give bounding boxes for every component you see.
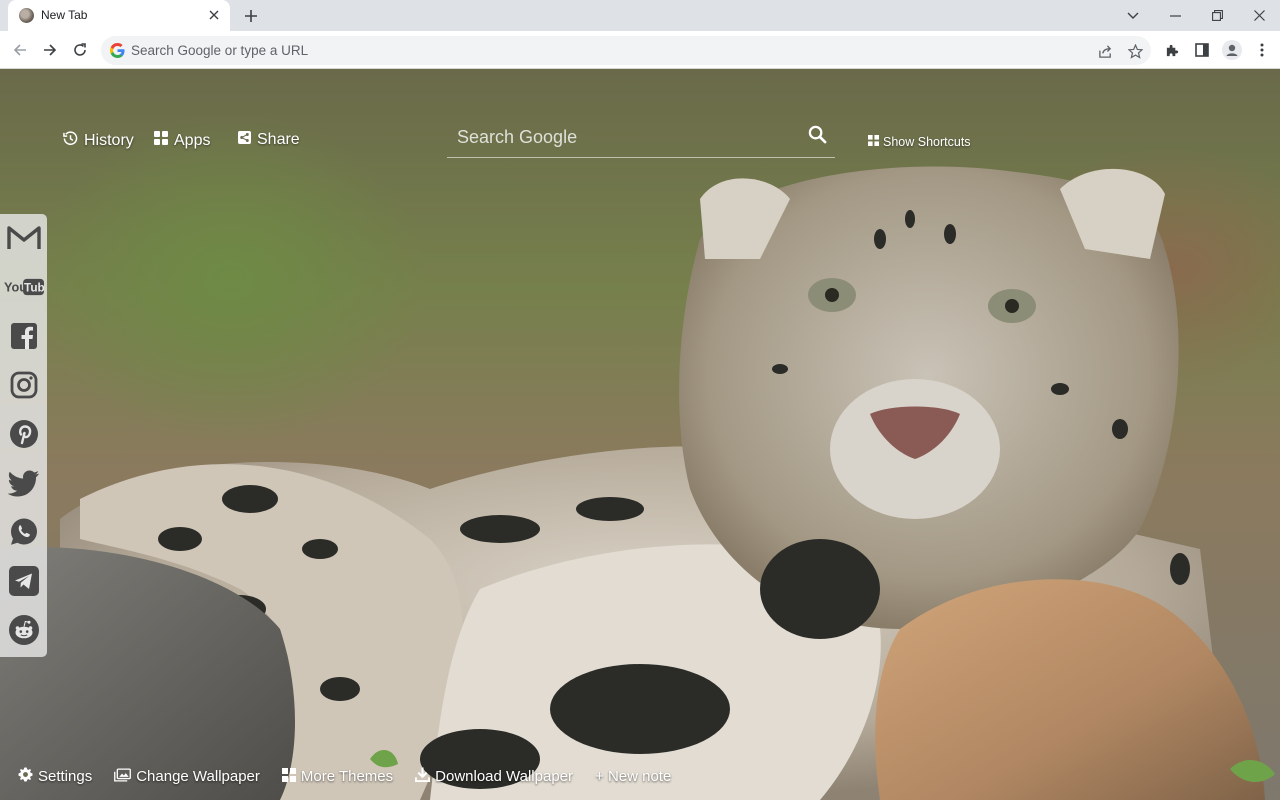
show-shortcuts-toggle[interactable]: Show Shortcuts (868, 135, 971, 149)
social-sidebar: You Tube (0, 214, 47, 657)
change-wallpaper-label: Change Wallpaper (136, 768, 260, 785)
share-page-icon[interactable] (1096, 42, 1114, 60)
back-arrow-icon[interactable] (6, 36, 34, 64)
restore-button[interactable] (1196, 0, 1238, 31)
new-note-button[interactable]: + New note (595, 767, 671, 786)
new-note-label: + New note (595, 768, 672, 785)
tab-new-tab[interactable]: New Tab (8, 0, 230, 31)
browser-toolbar: Search Google or type a URL (0, 31, 1280, 69)
leopard-favicon-icon (19, 8, 34, 23)
whatsapp-icon[interactable] (4, 512, 44, 552)
history-icon (63, 131, 78, 151)
shortcuts-grid-icon (868, 135, 879, 149)
search-box (447, 119, 835, 158)
history-label: History (84, 132, 134, 149)
facebook-icon[interactable] (4, 316, 44, 356)
gmail-icon[interactable] (4, 218, 44, 258)
download-icon (415, 767, 431, 786)
themes-grid-icon (281, 767, 296, 786)
bookmark-star-icon[interactable] (1126, 42, 1144, 60)
reload-icon[interactable] (66, 36, 94, 64)
pinterest-icon[interactable] (4, 414, 44, 454)
twitter-icon[interactable] (4, 463, 44, 503)
close-tab-icon[interactable] (206, 7, 222, 23)
profile-avatar-icon[interactable] (1222, 40, 1242, 60)
settings-label: Settings (38, 768, 93, 785)
tab-strip: New Tab (0, 0, 1280, 31)
history-link[interactable]: History (63, 131, 134, 151)
forward-arrow-icon[interactable] (36, 36, 64, 64)
side-panel-icon[interactable] (1192, 40, 1212, 60)
settings-button[interactable]: Settings (18, 767, 92, 786)
share-link[interactable]: Share (238, 131, 300, 149)
download-wallpaper-button[interactable]: Download Wallpaper (415, 767, 573, 786)
minimize-button[interactable] (1154, 0, 1196, 31)
tab-title: New Tab (41, 8, 88, 22)
snow-leopard-wallpaper (0, 166, 1275, 800)
download-wallpaper-label: Download Wallpaper (435, 768, 574, 785)
extensions-puzzle-icon[interactable] (1162, 40, 1182, 60)
share-square-icon (238, 131, 251, 149)
telegram-icon[interactable] (4, 561, 44, 601)
close-window-button[interactable] (1238, 0, 1280, 31)
apps-label: Apps (174, 131, 211, 149)
gear-icon (18, 767, 33, 786)
search-input[interactable] (457, 123, 797, 151)
instagram-icon[interactable] (4, 365, 44, 405)
youtube-icon[interactable]: You Tube (4, 267, 44, 307)
address-bar[interactable]: Search Google or type a URL (101, 36, 1151, 65)
menu-kebab-icon[interactable] (1252, 40, 1272, 60)
wallpaper-images-icon (114, 767, 132, 786)
youtube-logo-tube: Tube (24, 281, 44, 295)
more-themes-label: More Themes (300, 768, 394, 785)
share-label: Share (257, 131, 300, 148)
more-themes-button[interactable]: More Themes (281, 767, 394, 786)
apps-link[interactable]: Apps (154, 131, 210, 150)
bottom-toolbar: Settings Change Wallpaper More Themes Do… (18, 767, 693, 786)
google-g-icon (110, 43, 125, 58)
shortcuts-label: Show Shortcuts (883, 135, 971, 149)
omnibox-placeholder: Search Google or type a URL (131, 43, 309, 58)
new-tab-page: History Apps Share Show Shortcuts You (0, 69, 1280, 800)
new-tab-button[interactable] (239, 4, 263, 28)
tab-search-chevron-icon[interactable] (1112, 0, 1154, 31)
change-wallpaper-button[interactable]: Change Wallpaper (114, 767, 260, 786)
reddit-icon[interactable] (4, 610, 44, 650)
apps-grid-icon (154, 131, 168, 150)
search-magnifier-icon[interactable] (805, 122, 829, 146)
